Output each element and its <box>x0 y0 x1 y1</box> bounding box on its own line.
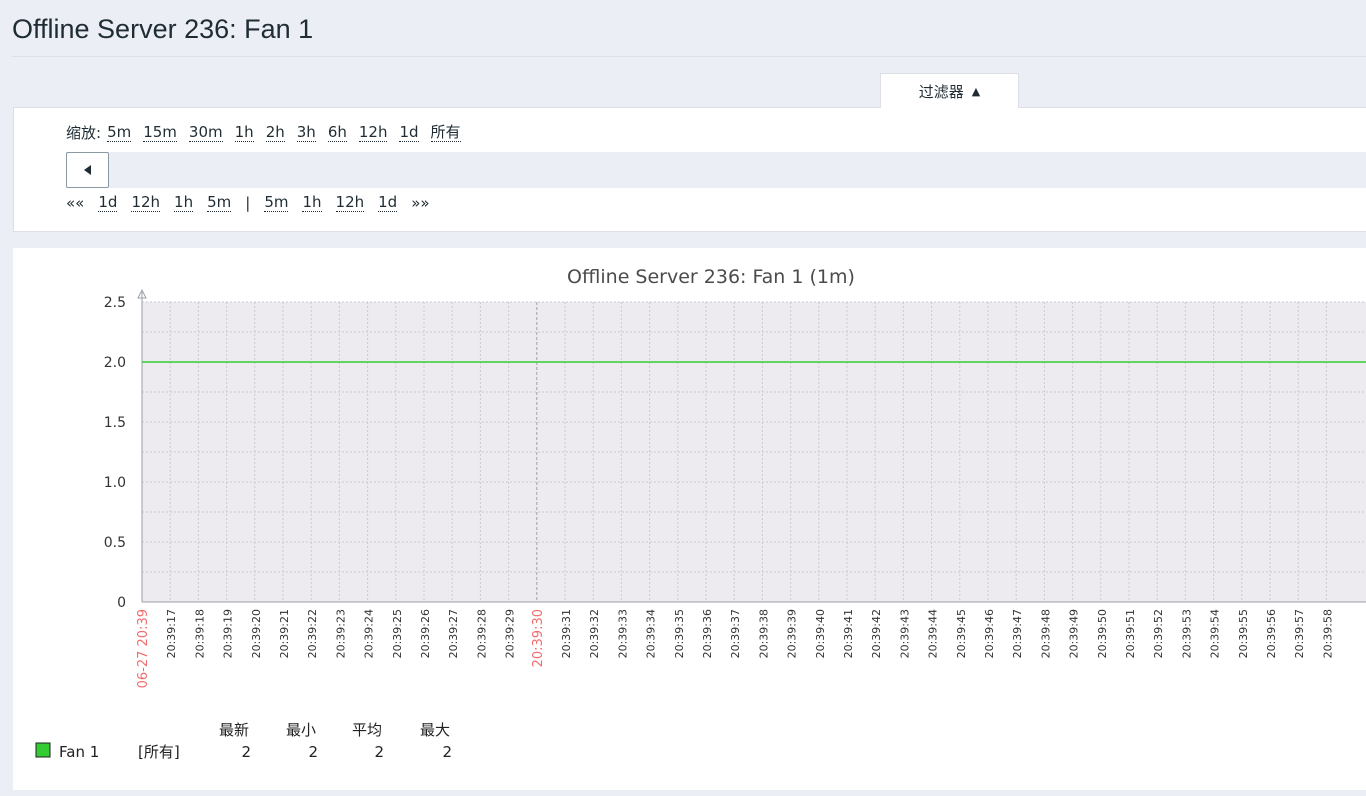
x-tick-label: 20:39:29 <box>504 609 517 658</box>
x-tick-label: 20:39:23 <box>334 609 347 658</box>
page-title: Offline Server 236: Fan 1 <box>12 14 314 44</box>
legend-header: 最大 <box>420 721 450 739</box>
zoom-option[interactable]: 15m <box>143 123 177 142</box>
x-tick-label: 20:39:53 <box>1180 609 1193 658</box>
legend-header: 平均 <box>352 721 382 739</box>
x-tick-label: 20:39:39 <box>786 609 799 658</box>
x-tick-label: 20:39:20 <box>250 609 263 658</box>
navigate-back-option[interactable]: 12h <box>131 194 161 212</box>
title-divider <box>12 56 1366 57</box>
navigate-forward-option[interactable]: 5m <box>264 194 289 212</box>
navigation-separator: | <box>245 194 251 212</box>
scroll-left-button[interactable] <box>66 152 109 188</box>
zoom-option[interactable]: 12h <box>358 123 388 142</box>
x-tick-label: 20:39:38 <box>757 609 770 658</box>
x-tick-label: 20:39:41 <box>842 609 855 658</box>
x-tick-label: 20:39:28 <box>475 609 488 658</box>
time-scrollbar[interactable] <box>66 152 1366 188</box>
graph-panel: Offline Server 236: Fan 1 (1m) 0 0.5 1.0 1.5… <box>13 248 1366 790</box>
x-tick-label: 20:39:51 <box>1124 609 1137 658</box>
zoom-row: 缩放: 5m 15m 30m 1h 2h 3h 6h 12h 1d 所有 <box>66 122 473 143</box>
x-tick-label: 20:39:21 <box>278 609 291 658</box>
x-tick-label: 06-27 20:39 <box>136 609 151 688</box>
graph-canvas[interactable]: Offline Server 236: Fan 1 (1m) 0 0.5 1.0 1.5… <box>13 248 1366 790</box>
x-tick-label: 20:39:42 <box>870 609 883 658</box>
x-tick-label: 20:39:32 <box>588 609 601 658</box>
period-navigation: «« 1d 12h 1h 5m | 5m 1h 12h 1d »» <box>66 194 444 212</box>
x-tick-label: 20:39:50 <box>1096 609 1109 658</box>
navigate-forward-fast[interactable]: »» <box>411 194 429 212</box>
x-tick-label: 20:39:33 <box>616 609 629 658</box>
x-tick-label: 20:39:22 <box>306 609 319 658</box>
x-tick-label: 20:39:56 <box>1265 609 1278 658</box>
x-tick-label: 20:39:54 <box>1209 609 1222 658</box>
navigate-forward-option[interactable]: 1h <box>302 194 322 212</box>
navigate-forward-option[interactable]: 1d <box>378 194 398 212</box>
x-tick-label: 20:39:55 <box>1237 609 1250 658</box>
zoom-option[interactable]: 6h <box>327 123 347 142</box>
zoom-label: 缩放: <box>66 124 102 142</box>
chart-title: Offline Server 236: Fan 1 (1m) <box>567 266 855 288</box>
y-tick-label: 2.5 <box>104 295 126 311</box>
x-tick-label: 20:39:46 <box>983 609 996 658</box>
x-tick-label: 20:39:58 <box>1321 609 1334 658</box>
y-tick-label: 0.5 <box>104 535 126 551</box>
x-tick-label: 20:39:30 <box>531 609 546 667</box>
x-tick-label: 20:39:36 <box>701 609 714 658</box>
x-tick-label: 20:39:43 <box>898 609 911 658</box>
filter-tab-label: 过滤器 <box>918 82 964 101</box>
x-tick-label: 20:39:37 <box>729 609 742 658</box>
legend-header: 最新 <box>219 721 249 739</box>
y-tick-label: 1.5 <box>104 415 126 431</box>
y-tick-label: 1.0 <box>104 475 126 491</box>
zoom-option[interactable]: 30m <box>188 123 223 142</box>
triangle-up-icon: ▲ <box>971 84 981 98</box>
legend-value: 2 <box>374 743 384 761</box>
x-tick-label: 20:39:48 <box>1039 609 1052 658</box>
zoom-option[interactable]: 所有 <box>430 123 461 142</box>
zoom-option[interactable]: 3h <box>296 123 316 142</box>
x-tick-label: 20:39:19 <box>222 609 235 658</box>
zoom-option[interactable]: 5m <box>107 123 132 142</box>
filter-panel: 缩放: 5m 15m 30m 1h 2h 3h 6h 12h 1d 所有 «« … <box>13 107 1366 232</box>
zoom-option[interactable]: 1h <box>234 123 254 142</box>
x-tick-label: 20:39:57 <box>1293 609 1306 658</box>
navigate-back-fast[interactable]: «« <box>66 194 84 212</box>
x-tick-label: 20:39:17 <box>165 609 178 658</box>
navigate-back-option[interactable]: 1h <box>174 194 194 212</box>
zoom-option[interactable]: 1d <box>399 123 419 142</box>
x-tick-label: 20:39:49 <box>1068 609 1081 658</box>
y-tick-label: 2.0 <box>104 355 126 371</box>
x-tick-label: 20:39:24 <box>363 609 376 658</box>
x-tick-label: 20:39:35 <box>673 609 686 658</box>
navigate-back-option[interactable]: 5m <box>207 194 232 212</box>
x-tick-label: 20:39:44 <box>927 609 940 658</box>
legend-header: 最小 <box>286 721 316 739</box>
x-tick-label: 20:39:27 <box>447 609 460 658</box>
x-tick-label: 20:39:52 <box>1152 609 1165 658</box>
navigate-forward-option[interactable]: 12h <box>335 194 365 212</box>
x-tick-label: 20:39:25 <box>391 609 404 658</box>
x-tick-label: 20:39:34 <box>645 609 658 658</box>
caret-left-icon <box>84 165 91 175</box>
legend-series-name: Fan 1 <box>59 743 99 761</box>
y-tick-label: 0 <box>117 595 126 611</box>
x-tick-label: 20:39:45 <box>955 609 968 658</box>
x-tick-label: 20:39:31 <box>560 609 573 658</box>
navigate-back-option[interactable]: 1d <box>98 194 118 212</box>
zoom-option[interactable]: 2h <box>265 123 285 142</box>
legend-value: 2 <box>241 743 251 761</box>
x-tick-label: 20:39:18 <box>193 609 206 658</box>
x-tick-label: 20:39:40 <box>814 609 827 658</box>
legend-value: 2 <box>442 743 452 761</box>
filter-tab[interactable]: 过滤器 ▲ <box>880 73 1019 108</box>
legend-function: [所有] <box>138 743 180 761</box>
legend-swatch <box>35 742 51 758</box>
x-tick-label: 20:39:26 <box>419 609 432 658</box>
legend-value: 2 <box>308 743 318 761</box>
x-tick-label: 20:39:47 <box>1011 609 1024 658</box>
